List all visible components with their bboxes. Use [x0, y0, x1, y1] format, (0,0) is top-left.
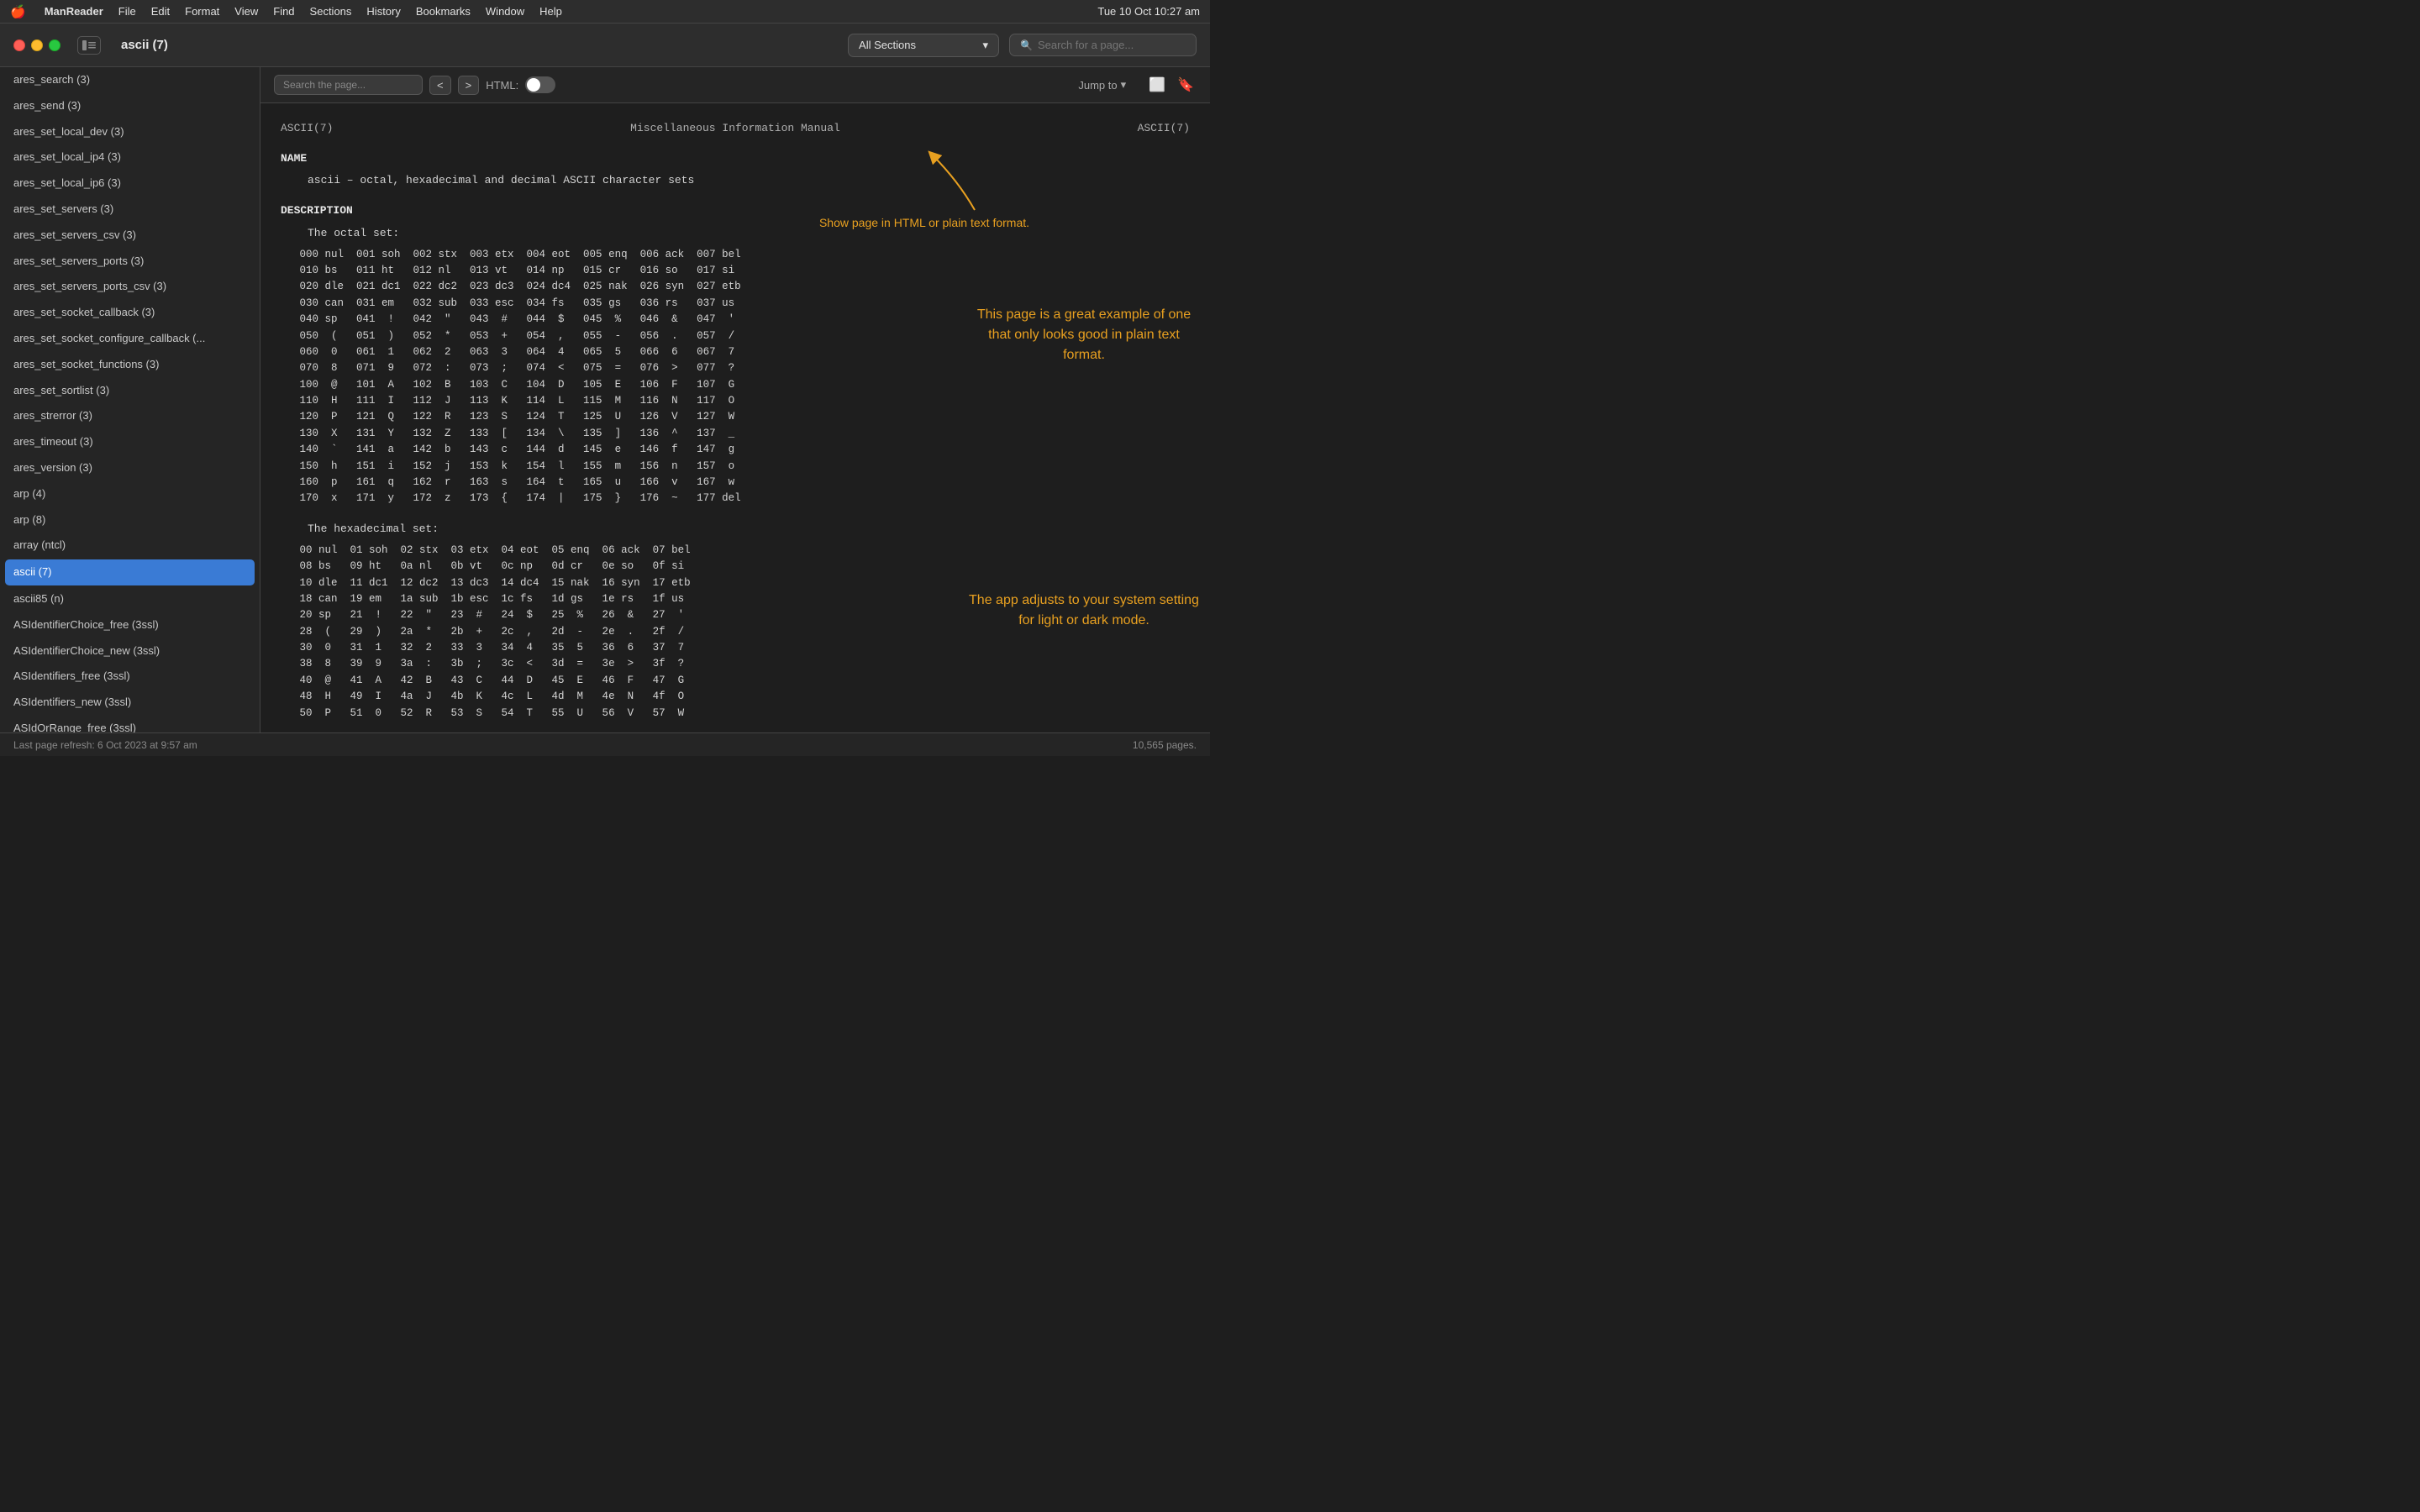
- hex-intro: The hexadecimal set:: [281, 521, 1190, 538]
- page-title: ascii (7): [121, 38, 168, 52]
- menu-file[interactable]: File: [118, 5, 136, 18]
- menu-bar: 🍎 ManReader File Edit Format View Find S…: [0, 0, 1210, 24]
- menu-help[interactable]: Help: [539, 5, 562, 18]
- status-bar: Last page refresh: 6 Oct 2023 at 9:57 am…: [0, 732, 1210, 756]
- menu-manreader[interactable]: ManReader: [45, 5, 103, 18]
- sections-label: All Sections: [859, 39, 916, 51]
- sidebar-item[interactable]: ares_strerror (3): [0, 403, 260, 429]
- bookmark-icon[interactable]: 🔖: [1175, 74, 1197, 96]
- main-layout: ares_search (3)ares_send (3)ares_set_loc…: [0, 67, 1210, 732]
- dropdown-arrow-icon: ▾: [983, 39, 989, 52]
- description-section-title: DESCRIPTION: [281, 202, 1190, 219]
- menu-edit[interactable]: Edit: [151, 5, 170, 18]
- man-page-header: ASCII(7) Miscellaneous Information Manua…: [281, 120, 1190, 137]
- prev-button[interactable]: <: [429, 76, 451, 95]
- close-button[interactable]: [13, 39, 25, 51]
- man-content[interactable]: ASCII(7) Miscellaneous Information Manua…: [260, 103, 1210, 732]
- sidebar-item[interactable]: ares_version (3): [0, 455, 260, 481]
- sidebar-item[interactable]: ares_set_socket_functions (3): [0, 352, 260, 378]
- sidebar-item[interactable]: ASIdOrRange_free (3ssl): [0, 716, 260, 732]
- octal-intro: The octal set:: [281, 225, 1190, 242]
- sidebar-item[interactable]: ares_set_servers_ports_csv (3): [0, 274, 260, 300]
- man-header-right: ASCII(7): [1138, 120, 1190, 137]
- sidebar-item[interactable]: ascii (7): [5, 559, 255, 585]
- sidebar-item[interactable]: ares_send (3): [0, 93, 260, 119]
- sidebar-item[interactable]: ares_set_socket_callback (3): [0, 300, 260, 326]
- plain-text-annotation: This page is a great example of one that…: [966, 305, 1202, 365]
- menu-bookmarks[interactable]: Bookmarks: [416, 5, 471, 18]
- menu-view[interactable]: View: [234, 5, 258, 18]
- sidebar-item[interactable]: ascii85 (n): [0, 586, 260, 612]
- menu-format[interactable]: Format: [185, 5, 219, 18]
- search-input[interactable]: [1038, 39, 1186, 51]
- menu-bar-time: Tue 10 Oct 10:27 am: [1097, 5, 1200, 18]
- content-area: < > HTML: Jump to ▾ ⬜ 🔖 ASCII(7) Mis: [260, 67, 1210, 732]
- sidebar-item[interactable]: ares_set_servers (3): [0, 197, 260, 223]
- name-section-title: NAME: [281, 150, 1190, 167]
- man-header-center: Miscellaneous Information Manual: [630, 120, 840, 137]
- layout-icon[interactable]: ⬜: [1146, 74, 1168, 96]
- search-bar[interactable]: 🔍: [1009, 34, 1197, 56]
- sidebar-item[interactable]: ASIdentifierChoice_free (3ssl): [0, 612, 260, 638]
- sidebar-item[interactable]: ares_set_servers_ports (3): [0, 249, 260, 275]
- menu-window[interactable]: Window: [486, 5, 524, 18]
- traffic-lights: [13, 39, 60, 51]
- toggle-knob: [527, 78, 540, 92]
- name-description: ascii – octal, hexadecimal and decimal A…: [281, 172, 1190, 189]
- minimize-button[interactable]: [31, 39, 43, 51]
- title-bar: ascii (7) All Sections ▾ 🔍: [0, 24, 1210, 67]
- page-count-label: 10,565 pages.: [1133, 739, 1197, 751]
- sections-dropdown[interactable]: All Sections ▾: [848, 34, 999, 57]
- sidebar-item[interactable]: ares_set_local_dev (3): [0, 119, 260, 145]
- next-button[interactable]: >: [458, 76, 480, 95]
- search-icon: 🔍: [1020, 39, 1033, 51]
- menu-sections[interactable]: Sections: [310, 5, 352, 18]
- sidebar-item[interactable]: ASIdentifiers_new (3ssl): [0, 690, 260, 716]
- octal-table: 000 nul 001 soh 002 stx 003 etx 004 eot …: [281, 247, 1190, 507]
- sidebar-item[interactable]: ares_set_local_ip4 (3): [0, 144, 260, 171]
- html-toggle-switch[interactable]: [525, 76, 555, 93]
- search-page-input[interactable]: [274, 75, 423, 95]
- jump-to-button[interactable]: Jump to ▾: [1071, 75, 1133, 95]
- sidebar-item[interactable]: ares_timeout (3): [0, 429, 260, 455]
- sidebar-item[interactable]: ASIdentifierChoice_new (3ssl): [0, 638, 260, 664]
- toolbar-icons: ⬜ 🔖: [1146, 74, 1197, 96]
- sidebar-toggle-button[interactable]: [77, 36, 101, 55]
- sidebar-item[interactable]: arp (8): [0, 507, 260, 533]
- dark-mode-annotation: The app adjusts to your system setting f…: [966, 591, 1202, 631]
- sidebar: ares_search (3)ares_send (3)ares_set_loc…: [0, 67, 260, 732]
- sidebar-item[interactable]: ares_set_servers_csv (3): [0, 223, 260, 249]
- apple-menu-icon[interactable]: 🍎: [10, 4, 26, 19]
- menu-find[interactable]: Find: [273, 5, 294, 18]
- html-label: HTML:: [486, 79, 518, 92]
- sidebar-item[interactable]: ares_search (3): [0, 67, 260, 93]
- sidebar-item[interactable]: arp (4): [0, 481, 260, 507]
- last-refresh-label: Last page refresh: 6 Oct 2023 at 9:57 am: [13, 739, 197, 751]
- content-toolbar: < > HTML: Jump to ▾ ⬜ 🔖: [260, 67, 1210, 103]
- man-header-left: ASCII(7): [281, 120, 333, 137]
- sidebar-item[interactable]: ares_set_sortlist (3): [0, 378, 260, 404]
- jump-to-arrow-icon: ▾: [1121, 78, 1127, 92]
- sidebar-item[interactable]: ASIdentifiers_free (3ssl): [0, 664, 260, 690]
- sidebar-item[interactable]: ares_set_local_ip6 (3): [0, 171, 260, 197]
- sidebar-item[interactable]: array (ntcl): [0, 533, 260, 559]
- maximize-button[interactable]: [49, 39, 60, 51]
- jump-to-label: Jump to: [1078, 79, 1117, 92]
- html-toggle-group: HTML:: [486, 76, 555, 93]
- menu-history[interactable]: History: [366, 5, 400, 18]
- hex-table: 00 nul 01 soh 02 stx 03 etx 04 eot 05 en…: [281, 543, 1190, 722]
- sidebar-item[interactable]: ares_set_socket_configure_callback (...: [0, 326, 260, 352]
